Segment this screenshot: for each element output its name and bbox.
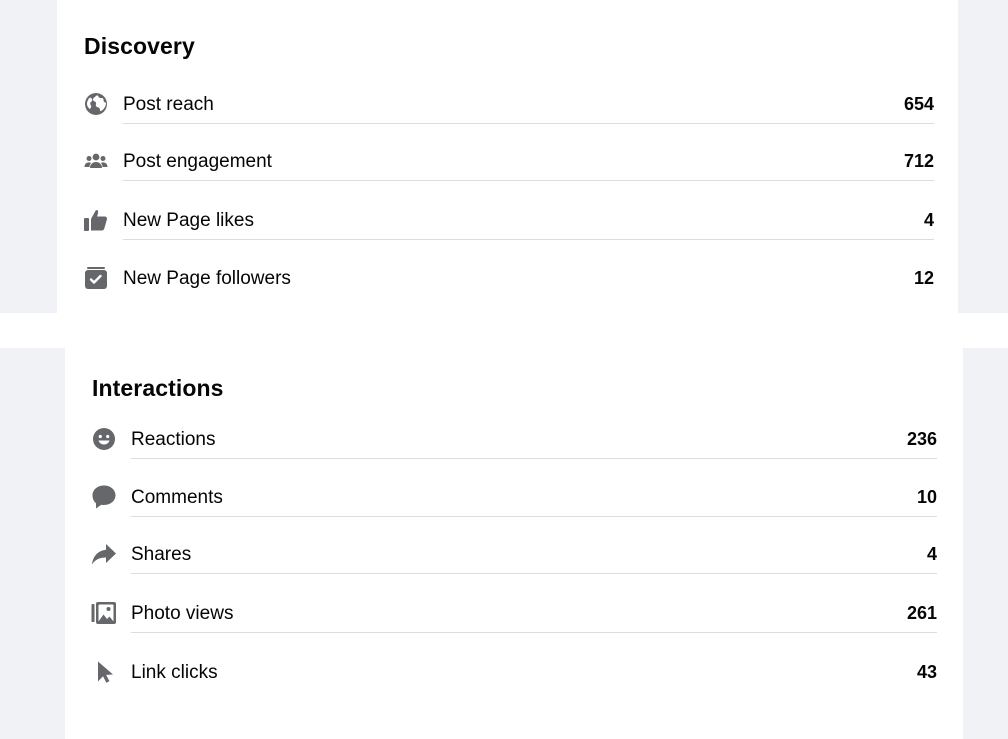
photo-gallery-icon bbox=[91, 600, 117, 626]
discovery-title: Discovery bbox=[84, 33, 195, 59]
row-divider bbox=[131, 632, 937, 633]
row-divider bbox=[123, 239, 934, 240]
stat-row-new-page-likes[interactable]: New Page likes 4 bbox=[83, 200, 934, 240]
stat-value: 4 bbox=[923, 210, 934, 230]
insights-page: Discovery Post reach 654 Post engagement… bbox=[0, 0, 1008, 739]
stat-label: New Page followers bbox=[123, 268, 291, 289]
stat-label: Reactions bbox=[131, 429, 216, 450]
stat-label: Post engagement bbox=[123, 151, 272, 172]
stat-value: 12 bbox=[913, 268, 934, 288]
people-group-icon bbox=[83, 148, 109, 174]
right-gutter bbox=[958, 0, 1008, 313]
stat-value: 43 bbox=[916, 662, 937, 682]
row-divider bbox=[123, 180, 934, 181]
stat-row-reactions[interactable]: Reactions 236 bbox=[91, 419, 937, 459]
stat-label: New Page likes bbox=[123, 210, 254, 231]
interactions-title: Interactions bbox=[92, 375, 224, 401]
stat-row-new-page-followers[interactable]: New Page followers 12 bbox=[83, 258, 934, 298]
stat-row-post-reach[interactable]: Post reach 654 bbox=[83, 84, 934, 124]
follow-check-icon bbox=[83, 265, 109, 291]
thumbs-up-icon bbox=[83, 207, 109, 233]
stat-label: Link clicks bbox=[131, 662, 218, 683]
left-gutter bbox=[0, 0, 57, 313]
stat-value: 654 bbox=[903, 94, 934, 114]
right-gutter bbox=[963, 348, 1008, 739]
stat-label: Comments bbox=[131, 487, 223, 508]
cursor-pointer-icon bbox=[91, 659, 117, 685]
row-divider bbox=[131, 516, 937, 517]
globe-icon bbox=[83, 91, 109, 117]
stat-value: 261 bbox=[906, 603, 937, 623]
stat-row-shares[interactable]: Shares 4 bbox=[91, 534, 937, 574]
stat-label: Post reach bbox=[123, 94, 214, 115]
speech-bubble-icon bbox=[91, 484, 117, 510]
stat-label: Shares bbox=[131, 544, 192, 565]
row-divider bbox=[123, 123, 934, 124]
interactions-card: Interactions Reactions 236 Comments 10 S… bbox=[65, 348, 963, 739]
discovery-card: Discovery Post reach 654 Post engagement… bbox=[57, 0, 958, 313]
stat-row-post-engagement[interactable]: Post engagement 712 bbox=[83, 141, 934, 181]
left-gutter bbox=[0, 348, 65, 739]
stat-value: 712 bbox=[903, 151, 934, 171]
row-divider bbox=[131, 458, 937, 459]
stat-value: 4 bbox=[926, 544, 937, 564]
stat-row-link-clicks[interactable]: Link clicks 43 bbox=[91, 652, 937, 692]
row-divider bbox=[131, 573, 937, 574]
stat-value: 236 bbox=[906, 429, 937, 449]
smiley-face-icon bbox=[91, 426, 117, 452]
share-arrow-icon bbox=[91, 541, 117, 567]
stat-row-comments[interactable]: Comments 10 bbox=[91, 477, 937, 517]
stat-row-photo-views[interactable]: Photo views 261 bbox=[91, 593, 937, 633]
stat-label: Photo views bbox=[131, 603, 234, 624]
stat-value: 10 bbox=[916, 487, 937, 507]
